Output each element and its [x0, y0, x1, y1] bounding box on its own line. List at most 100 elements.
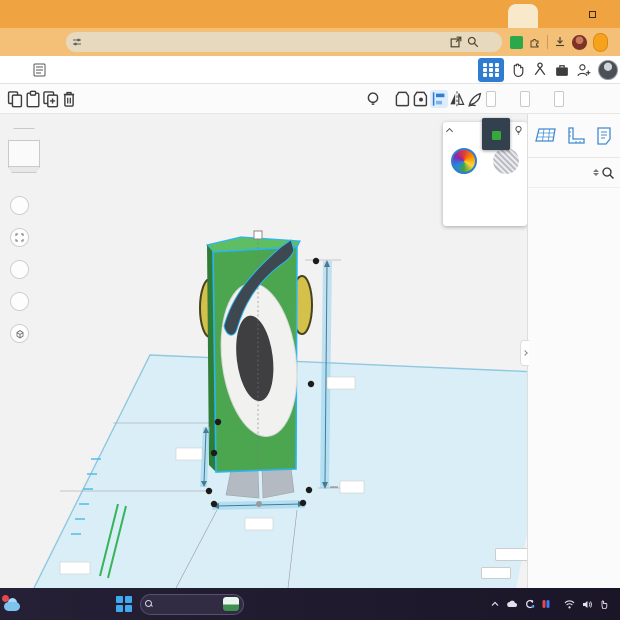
robot-left-foot[interactable] — [225, 468, 260, 499]
shape-gallery — [528, 188, 620, 584]
sync-icon[interactable] — [525, 599, 535, 609]
logo-tile — [19, 74, 25, 80]
volume-icon[interactable] — [582, 600, 592, 609]
search-icon — [145, 600, 153, 608]
paste-icon[interactable] — [24, 90, 42, 108]
logo-tile — [4, 66, 10, 72]
align-tooltip — [482, 118, 510, 150]
url-bar[interactable] — [66, 32, 502, 52]
tools-icon[interactable] — [532, 62, 548, 78]
taskbar-search[interactable] — [140, 593, 244, 615]
maximize-button[interactable] — [589, 10, 596, 18]
tinkercad-header — [0, 56, 620, 84]
logo-tile — [4, 74, 10, 80]
group-icon[interactable] — [394, 90, 412, 108]
hole-material-swatch[interactable] — [493, 148, 519, 174]
logo-tile — [11, 59, 17, 65]
copy-icon[interactable] — [6, 90, 24, 108]
dropdown-arrows-icon — [593, 169, 599, 176]
settings-button[interactable] — [495, 548, 527, 561]
perspective-toggle-button[interactable] — [10, 324, 29, 343]
zoom-in-button[interactable] — [10, 260, 29, 279]
sidebar-collapse-handle[interactable] — [520, 340, 529, 366]
system-tray — [491, 588, 616, 620]
shapes-sidebar — [527, 114, 620, 588]
tinkercad-logo[interactable] — [4, 59, 25, 80]
weather-widget[interactable] — [2, 595, 112, 611]
tab-search-chevron-icon[interactable] — [4, 7, 18, 21]
open-in-new-icon[interactable] — [450, 36, 462, 48]
logo-tile — [19, 59, 25, 65]
divider — [547, 35, 548, 49]
design-properties-icon[interactable] — [33, 63, 46, 77]
browser-address-bar — [0, 28, 620, 56]
editor-toolbar — [0, 84, 620, 114]
mirror-icon[interactable] — [448, 90, 466, 108]
home-view-button[interactable] — [10, 196, 29, 215]
weather-icon — [2, 595, 22, 611]
user-avatar[interactable] — [598, 60, 618, 80]
align-icon[interactable] — [430, 90, 448, 108]
wifi-icon[interactable] — [564, 600, 575, 609]
briefcase-icon[interactable] — [554, 62, 570, 78]
forward-button[interactable] — [24, 34, 40, 50]
window-controls — [575, 0, 618, 28]
ruler-tool-icon[interactable] — [566, 126, 586, 146]
duplicate-icon[interactable] — [42, 90, 60, 108]
zoom-out-button[interactable] — [10, 292, 29, 311]
undo-icon[interactable] — [82, 90, 100, 108]
logo-tile — [19, 66, 25, 72]
ungroup-icon[interactable] — [412, 90, 430, 108]
logo-tile — [11, 66, 17, 72]
extensions-puzzle-icon[interactable] — [529, 36, 541, 48]
view-cube-front[interactable] — [8, 141, 40, 167]
notes-icon[interactable] — [466, 90, 484, 108]
redo-icon[interactable] — [102, 90, 120, 108]
logo-tile — [4, 59, 10, 65]
zoom-page-icon[interactable] — [467, 36, 479, 48]
solid-material-swatch[interactable] — [451, 148, 477, 174]
view-cube[interactable] — [8, 128, 40, 174]
logo-tile — [11, 74, 17, 80]
invite-person-icon[interactable] — [576, 62, 592, 78]
bookmark-star-icon[interactable] — [484, 36, 496, 48]
screen — [0, 0, 620, 620]
fit-view-button[interactable] — [10, 228, 29, 247]
finish-update-button[interactable] — [593, 32, 608, 52]
back-button[interactable] — [4, 34, 20, 50]
search-daily-art — [223, 597, 239, 611]
3d-viewport[interactable] — [0, 114, 527, 588]
search-shapes-icon[interactable] — [601, 166, 615, 180]
site-info-icon[interactable] — [72, 37, 82, 47]
active-tab[interactable] — [508, 4, 538, 28]
bulb-caret-icon[interactable] — [378, 90, 388, 108]
view-cube-bottom[interactable] — [8, 167, 40, 173]
collapse-panel-icon[interactable] — [445, 127, 454, 135]
snap-grid-control — [478, 567, 511, 579]
visibility-bulb-icon[interactable] — [514, 125, 523, 135]
workplane-tool-icon[interactable] — [534, 126, 557, 146]
extension-check-icon[interactable] — [510, 35, 523, 49]
notes-tool-icon[interactable] — [595, 126, 613, 146]
hand-tool-icon[interactable] — [510, 62, 526, 78]
snap-grid-dropdown[interactable] — [481, 567, 511, 579]
view-cube-top[interactable] — [8, 128, 40, 141]
send-to-button[interactable] — [554, 91, 564, 107]
export-button[interactable] — [520, 91, 530, 107]
new-tab-button[interactable] — [544, 7, 558, 21]
touch-keyboard-icon[interactable] — [599, 600, 609, 609]
browser-profile-avatar[interactable] — [572, 34, 587, 50]
weather-alert-badge — [2, 595, 9, 602]
delete-icon[interactable] — [60, 90, 78, 108]
header-actions — [478, 56, 618, 84]
start-button[interactable] — [116, 596, 132, 612]
import-button[interactable] — [486, 91, 496, 107]
app-alert-icon[interactable] — [542, 599, 550, 609]
reload-button[interactable] — [44, 34, 60, 50]
download-icon[interactable] — [554, 36, 566, 48]
tooltip-shortcut — [491, 130, 501, 140]
tray-chevron-icon[interactable] — [491, 601, 499, 607]
onedrive-icon[interactable] — [506, 600, 518, 608]
dashboard-grid-button[interactable] — [478, 58, 504, 82]
shape-category-dropdown[interactable] — [528, 158, 620, 188]
